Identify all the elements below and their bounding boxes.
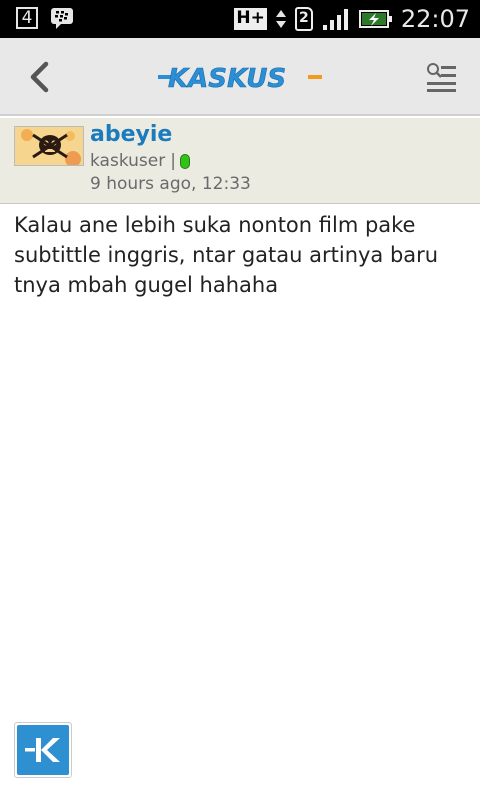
kaskus-home-button[interactable] xyxy=(14,722,72,778)
app-bar: KASKUS xyxy=(0,38,480,116)
data-arrows-icon xyxy=(275,10,286,28)
signal-icon xyxy=(322,9,348,30)
post-username[interactable]: abeyie xyxy=(90,122,172,147)
battery-charging-icon xyxy=(358,10,392,28)
network-type-label: H+ xyxy=(234,8,267,30)
kaskus-logo[interactable]: KASKUS xyxy=(158,62,322,92)
sim-icon: 2 xyxy=(294,7,313,31)
notification-count-icon: 4 xyxy=(16,7,38,29)
avatar[interactable] xyxy=(14,126,84,166)
online-status-icon xyxy=(179,153,190,169)
user-title: kaskuser xyxy=(90,151,166,171)
post-timestamp: 9 hours ago, 12:33 xyxy=(90,174,251,194)
clock: 22:07 xyxy=(400,5,470,33)
user-title-row: kaskuser | xyxy=(90,151,190,171)
fab-inner xyxy=(17,725,69,775)
separator: | xyxy=(170,151,176,171)
search-menu-icon xyxy=(427,63,456,92)
back-button[interactable] xyxy=(14,52,64,102)
search-menu-button[interactable] xyxy=(416,52,466,102)
avatar-image xyxy=(15,127,83,165)
post-header: abeyie kaskuser | 9 hours ago, 12:33 xyxy=(0,118,480,204)
status-bar: 4 H+ 2 22:07 xyxy=(0,0,480,38)
bbm-icon xyxy=(51,8,73,29)
chevron-left-icon xyxy=(30,61,49,93)
kaskus-k-icon xyxy=(25,738,60,762)
post-body: Kalau ane lebih suka nonton film pake su… xyxy=(14,213,439,297)
